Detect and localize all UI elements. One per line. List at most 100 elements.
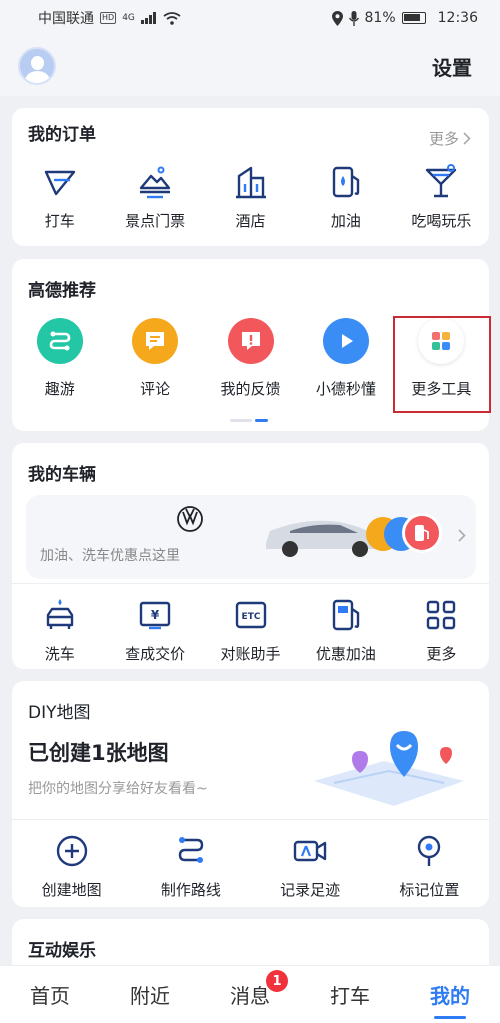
etc-icon: ETC: [235, 601, 266, 629]
tab-label: 打车: [330, 984, 370, 1008]
orders-more-link[interactable]: 更多: [429, 128, 471, 149]
diy-item-mark-location[interactable]: 标记位置: [370, 833, 489, 900]
recommend-title: 高德推荐: [28, 281, 96, 301]
diy-label: 创建地图: [41, 881, 102, 899]
orders-more-label: 更多: [428, 130, 459, 148]
tab-home[interactable]: 首页: [0, 966, 100, 1023]
diy-item-record-trail[interactable]: 记录足迹: [251, 833, 370, 900]
clock: 12:36: [437, 10, 478, 26]
svg-text:ETC: ETC: [241, 612, 260, 622]
price-icon: ¥: [139, 601, 171, 630]
order-item-hotel[interactable]: 酒店: [203, 164, 298, 231]
diy-item-make-route[interactable]: 制作路线: [131, 833, 250, 900]
location-icon: [331, 10, 343, 26]
diy-label: 标记位置: [399, 881, 460, 899]
microphone-icon: [348, 10, 359, 26]
active-tab-indicator: [434, 1016, 466, 1019]
grid-icon: [427, 600, 456, 630]
highlight-box-more-tools: [393, 316, 491, 413]
wifi-icon: [163, 11, 181, 25]
map-illustration: [314, 731, 464, 806]
volkswagen-logo: [177, 506, 203, 532]
settings-button[interactable]: 设置: [432, 52, 472, 81]
vehicle-card: 我的车辆 加油、洗车优惠点这里 洗车 ¥ 查成交价 ETC 对账助手 优惠加油: [12, 443, 489, 669]
diy-map-card: DIY地图 已创建1张地图 把你的地图分享给好友看看~ 创建地图 制作路线 记录…: [12, 681, 489, 907]
recommend-label: 小德秒懂: [315, 380, 376, 398]
order-label: 吃喝玩乐: [411, 212, 472, 230]
plus-circle-icon: [56, 835, 87, 867]
vehicle-item-etc[interactable]: ETC 对账助手: [203, 597, 298, 664]
network-type: 4G: [122, 13, 135, 23]
tab-mine[interactable]: 我的: [400, 966, 500, 1023]
order-label: 景点门票: [125, 212, 186, 230]
route-line-icon: [178, 837, 204, 863]
discount-fuel-icon: [332, 599, 360, 631]
vehicle-banner[interactable]: 加油、洗车优惠点这里: [26, 495, 476, 579]
comment-icon: [132, 318, 179, 364]
bottom-tab-bar: 首页 附近 消息 1 打车 我的: [0, 965, 500, 1023]
tab-label: 消息: [230, 984, 270, 1008]
feedback-icon: [227, 318, 274, 364]
order-item-leisure[interactable]: 吃喝玩乐: [394, 164, 489, 231]
vehicle-item-more[interactable]: 更多: [394, 597, 489, 664]
order-item-taxi[interactable]: 打车: [12, 164, 107, 231]
diy-item-create-map[interactable]: 创建地图: [12, 833, 131, 900]
fuel-icon: [332, 166, 360, 198]
car-wash-icon: [46, 599, 73, 629]
vehicle-title: 我的车辆: [28, 465, 96, 485]
carrier-name: 中国联通: [38, 11, 94, 27]
vehicle-item-price[interactable]: ¥ 查成交价: [107, 597, 202, 664]
order-item-tickets[interactable]: 景点门票: [107, 164, 202, 231]
tab-label: 附近: [130, 984, 170, 1008]
taxi-icon: [44, 170, 75, 196]
tab-nearby[interactable]: 附近: [100, 966, 200, 1023]
recommend-label: 趣游: [44, 380, 75, 398]
recommend-item-trip[interactable]: 趣游: [12, 318, 107, 399]
unread-badge: 1: [266, 970, 288, 992]
page-dot-active: [255, 419, 268, 422]
avatar[interactable]: [18, 47, 56, 85]
route-icon: [36, 318, 83, 364]
recommend-label: 评论: [140, 380, 171, 398]
video-camera-icon: [293, 840, 327, 862]
orders-card: 我的订单 更多 打车 景点门票 酒店 加油 吃喝玩乐: [12, 108, 489, 246]
order-item-fuel[interactable]: 加油: [298, 164, 393, 231]
divider: [12, 819, 489, 820]
diy-title: DIY地图: [28, 703, 91, 723]
tab-messages[interactable]: 消息 1: [200, 966, 300, 1023]
page-dot: [230, 419, 252, 422]
diy-label: 记录足迹: [280, 881, 341, 899]
vehicle-hint: 加油、洗车优惠点这里: [40, 548, 180, 564]
fuel-badge-red: [402, 513, 442, 553]
recommend-item-feedback[interactable]: 我的反馈: [203, 318, 298, 399]
vehicle-label: 查成交价: [125, 645, 186, 663]
play-icon: [322, 318, 369, 364]
page-indicator: [230, 419, 268, 422]
diy-label: 制作路线: [160, 881, 221, 899]
vehicle-item-discount-fuel[interactable]: 优惠加油: [298, 597, 393, 664]
status-bar: 中国联通 HD 4G 81% 12:36: [0, 0, 500, 36]
battery-icon: [401, 12, 426, 24]
vehicle-item-car-wash[interactable]: 洗车: [12, 597, 107, 664]
hotel-icon: [235, 166, 266, 199]
vehicle-label: 更多: [426, 645, 457, 663]
username-redacted: [68, 59, 218, 73]
entertainment-title: 互动娱乐: [28, 941, 96, 961]
tab-label: 我的: [430, 984, 470, 1008]
chevron-right-icon: [463, 132, 471, 145]
tab-taxi[interactable]: 打车: [300, 966, 400, 1023]
scenic-ticket-icon: [139, 166, 171, 199]
divider: [12, 583, 489, 584]
order-label: 加油: [330, 212, 361, 230]
order-label: 打车: [44, 212, 75, 230]
order-label: 酒店: [235, 212, 266, 230]
recommend-item-comment[interactable]: 评论: [107, 318, 202, 399]
svg-text:¥: ¥: [151, 608, 160, 622]
fuel-pump-icon: [415, 525, 429, 541]
vehicle-label: 对账助手: [220, 645, 281, 663]
profile-header: 设置: [0, 36, 500, 96]
hd-icon: HD: [100, 12, 117, 24]
diy-headline: 已创建1张地图: [28, 741, 169, 765]
recommend-item-explain[interactable]: 小德秒懂: [298, 318, 393, 399]
cocktail-icon: [426, 164, 457, 198]
